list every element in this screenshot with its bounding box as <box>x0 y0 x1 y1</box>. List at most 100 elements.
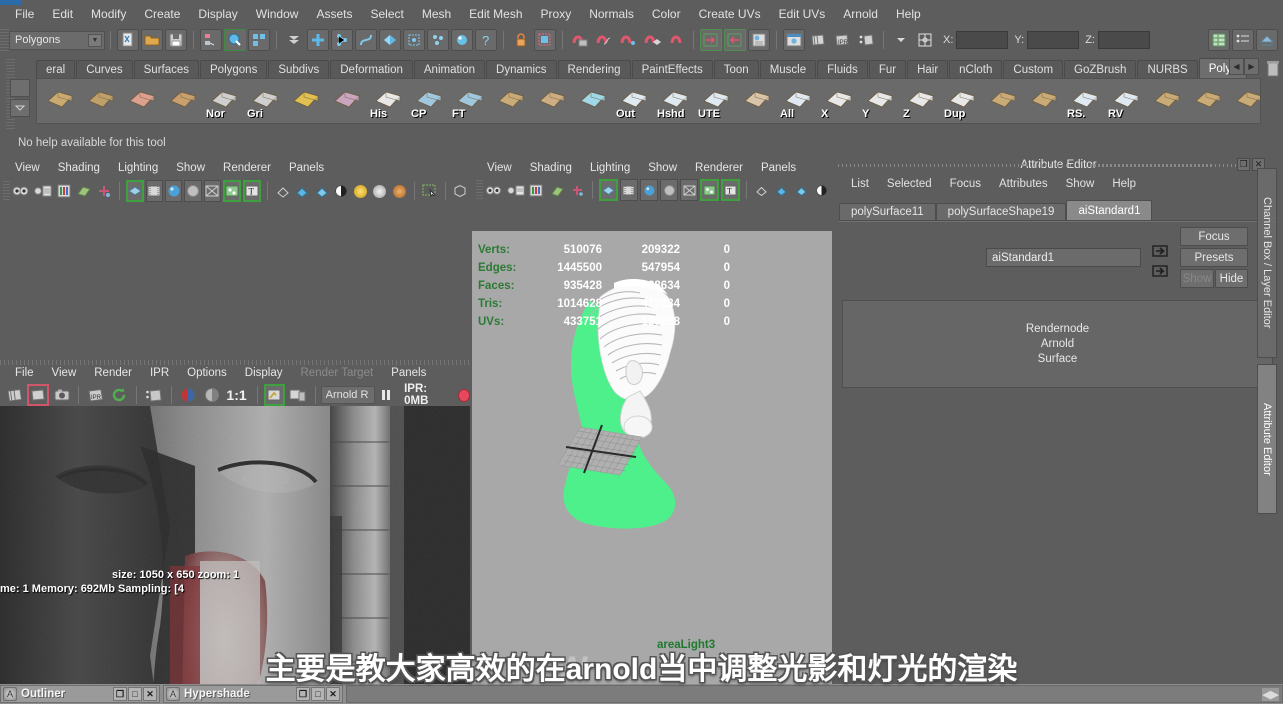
arnold-menu-display[interactable]: Display <box>236 366 292 380</box>
arnold-menu-ipr[interactable]: IPR <box>141 366 178 380</box>
show-channel-box-icon[interactable] <box>1208 29 1230 51</box>
select-by-object-icon[interactable] <box>224 29 246 51</box>
arnold-menu-render[interactable]: Render <box>85 366 141 380</box>
shelf-icon-rv[interactable]: RV <box>1106 81 1146 121</box>
shelf-icon-gri[interactable]: Gri <box>245 81 285 121</box>
ae-menu-focus[interactable]: Focus <box>941 176 990 192</box>
taskbar-item-hypershade[interactable]: A Hypershade ❐ □ ✕ <box>163 685 343 703</box>
pause-icon[interactable] <box>376 384 397 406</box>
shelf-tab-subdivs[interactable]: Subdivs <box>268 60 330 79</box>
side-tab-channel-box[interactable]: Channel Box / Layer Editor <box>1257 168 1277 358</box>
show-tool-settings-icon[interactable] <box>1256 29 1278 51</box>
construction-history-icon[interactable] <box>748 29 770 51</box>
shelf-icon-y[interactable]: Y <box>860 81 900 121</box>
shelf-icon-1[interactable] <box>81 81 121 121</box>
main-menu-item-edit-uvs[interactable]: Edit UVs <box>770 5 835 23</box>
shadow-on-icon-2[interactable] <box>773 179 791 201</box>
shelf-icon-rs[interactable]: RS. <box>1065 81 1105 121</box>
toolbar-gripper[interactable] <box>0 29 9 51</box>
arnold-panel-gripper[interactable] <box>0 360 470 365</box>
viewport-toolbar-gripper[interactable] <box>3 181 10 201</box>
rendered-image-canvas[interactable]: size: 1050 x 650 zoom: 1 me: 1 Memory: 6… <box>0 406 470 704</box>
render-view-menu-lighting[interactable]: Lighting <box>109 161 167 175</box>
isolate-select-icon[interactable] <box>421 180 439 202</box>
ae-menu-attributes[interactable]: Attributes <box>990 176 1057 192</box>
main-menu-item-mesh[interactable]: Mesh <box>413 5 460 23</box>
mask-curves-icon[interactable] <box>355 29 377 51</box>
input-connections-icon[interactable] <box>700 29 722 51</box>
renderer-name-field[interactable]: Arnold R <box>320 386 375 404</box>
snapshot-icon[interactable] <box>51 384 72 406</box>
render-view-menu-panels[interactable]: Panels <box>280 161 333 175</box>
shelf-icon-13[interactable] <box>573 81 613 121</box>
node-output-connection-icon[interactable] <box>1152 264 1170 281</box>
side-tab-attribute-editor[interactable]: Attribute Editor <box>1257 364 1277 514</box>
mask-surfaces-icon[interactable] <box>379 29 401 51</box>
shelf-icon-z[interactable]: Z <box>901 81 941 121</box>
shelf-tab-surfaces[interactable]: Surfaces <box>133 60 200 79</box>
ae-menu-show[interactable]: Show <box>1057 176 1104 192</box>
shelf-tab-nurbs[interactable]: NURBS <box>1137 60 1198 79</box>
shelf-icon-ft[interactable]: FT <box>450 81 490 121</box>
main-menu-item-window[interactable]: Window <box>247 5 308 23</box>
ae-menu-help[interactable]: Help <box>1103 176 1145 192</box>
ae-tab-polysurfaceshape19[interactable]: polySurfaceShape19 <box>935 203 1067 220</box>
snap-selection-icon[interactable] <box>534 29 556 51</box>
main-menu-item-file[interactable]: File <box>6 5 43 23</box>
main-menu-item-display[interactable]: Display <box>189 5 246 23</box>
smooth-shade-icon-2[interactable] <box>639 179 659 201</box>
arnold-menu-view[interactable]: View <box>43 366 86 380</box>
remove-image-icon[interactable] <box>287 384 308 406</box>
maximize-icon-hypershade[interactable]: □ <box>311 687 325 701</box>
main-menu-item-arnold[interactable]: Arnold <box>834 5 887 23</box>
twopoint-resolution-icon[interactable] <box>95 180 113 202</box>
main-menu-item-help[interactable]: Help <box>887 5 930 23</box>
xray-mode-icon[interactable] <box>203 180 222 202</box>
coord-y-input[interactable] <box>1027 31 1080 49</box>
shadow-off-icon[interactable] <box>274 180 291 202</box>
hardware-texturing-icon[interactable] <box>184 180 202 202</box>
main-menu-item-edit[interactable]: Edit <box>43 5 82 23</box>
ae-tab-aistandard1[interactable]: aiStandard1 <box>1066 200 1153 220</box>
arnold-menu-panels[interactable]: Panels <box>382 366 435 380</box>
ae-tab-polysurface11[interactable]: polySurface11 <box>839 203 936 220</box>
image-plane-icon[interactable] <box>75 180 93 202</box>
node-name-input[interactable]: aiStandard1 <box>986 248 1141 267</box>
ipr-start-icon[interactable]: IPR <box>85 384 106 406</box>
shelf-icon-his[interactable]: His <box>368 81 408 121</box>
main-menu-item-proxy[interactable]: Proxy <box>532 5 581 23</box>
render-icon[interactable] <box>4 384 25 406</box>
mask-misc-icon[interactable]: ? <box>475 29 497 51</box>
shelf-tab-ncloth[interactable]: nCloth <box>949 60 1003 79</box>
save-scene-icon[interactable] <box>165 29 187 51</box>
render-region-icon[interactable] <box>27 384 49 406</box>
mask-handle-icon[interactable] <box>307 29 329 51</box>
shelf-tab-gozbrush[interactable]: GoZBrush <box>1064 60 1137 79</box>
select-by-hierarchy-icon[interactable] <box>200 29 222 51</box>
save-image-icon[interactable] <box>263 384 286 406</box>
film-gate-icon[interactable] <box>145 180 163 202</box>
shelf-icon-29[interactable] <box>1229 81 1260 121</box>
main-menu-item-edit-mesh[interactable]: Edit Mesh <box>460 5 531 23</box>
restore-icon-hypershade[interactable]: ❐ <box>296 687 310 701</box>
shelf-icon-11[interactable] <box>491 81 531 121</box>
mask-deformations-icon[interactable] <box>403 29 425 51</box>
close-icon-hypershade[interactable]: ✕ <box>326 687 340 701</box>
viewport-menu-view[interactable]: View <box>478 161 521 175</box>
ipr-render-icon[interactable]: IPR <box>831 29 853 51</box>
main-menu-item-create[interactable]: Create <box>135 5 189 23</box>
show-button[interactable]: Show <box>1180 269 1214 288</box>
main-menu-item-assets[interactable]: Assets <box>307 5 361 23</box>
lighting-icon[interactable] <box>223 180 242 202</box>
irradiance-particle-icon[interactable] <box>807 29 829 51</box>
shelf-icon-0[interactable] <box>40 81 80 121</box>
shelf-icon-ute[interactable]: UTE <box>696 81 736 121</box>
wireframe-shaded-icon-2[interactable] <box>599 179 618 201</box>
viewport-menu-lighting[interactable]: Lighting <box>581 161 639 175</box>
alpha-channel-icon[interactable] <box>201 384 222 406</box>
shelf-icon-cp[interactable]: CP <box>409 81 449 121</box>
text-display-icon-2[interactable]: T <box>720 179 740 201</box>
render-sequence-icon[interactable] <box>143 384 164 406</box>
shelf-tab-eral[interactable]: eral <box>36 60 76 79</box>
motion-blur-icon-2[interactable] <box>813 179 831 201</box>
